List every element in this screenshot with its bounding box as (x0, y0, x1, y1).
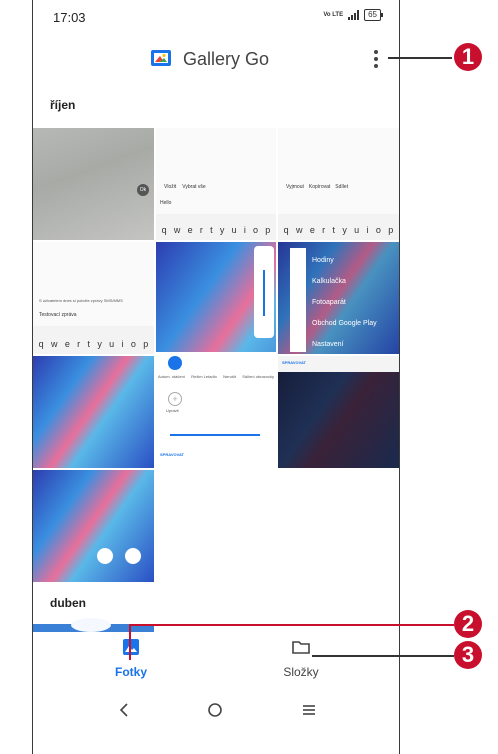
more-options-icon (374, 49, 378, 54)
callout-line-2 (129, 624, 454, 626)
photo-thumbnail[interactable]: S uživatelem dnes si položte zprávy SMS/… (33, 242, 154, 354)
signal-icon (348, 10, 360, 20)
more-options-button[interactable] (369, 48, 383, 70)
lock-badge: Ok (137, 184, 149, 196)
tab-folders-label: Složky (283, 665, 319, 679)
app-icon (97, 548, 113, 564)
section-header-april: duben (50, 596, 86, 610)
callout-2: 2 (454, 610, 482, 638)
photo-thumbnail[interactable] (33, 356, 154, 468)
compose-notice: S uživatelem dnes si položte zprávy SMS/… (39, 298, 123, 303)
app-list: Hodiny Kalkulačka Fotoaparát Obchod Google … (312, 257, 377, 348)
status-time: 17:03 (53, 10, 86, 25)
volume-panel (254, 246, 274, 338)
photo-thumbnail[interactable]: SPRAVOVAT (278, 356, 399, 468)
text-toolbar: Vložit Vybrat vše (164, 184, 206, 190)
tab-photos-label: Fotky (114, 665, 147, 679)
callout-line-2-drop (129, 624, 131, 660)
network-label: Vo LTE (323, 12, 344, 18)
photo-thumbnail[interactable] (33, 470, 154, 582)
photos-icon (123, 639, 139, 655)
callout-line-3 (312, 655, 454, 657)
phone-screen: 17:03 Vo LTE 65 Gallery Go říjen Ok Vlož… (32, 0, 400, 754)
compose-title: Testovací zpráva (39, 312, 77, 318)
app-icon (125, 548, 141, 564)
folder-icon (292, 641, 310, 654)
home-icon[interactable] (207, 702, 223, 718)
tab-photos[interactable]: Fotky (91, 638, 171, 679)
keyboard: qwertyuiop (33, 326, 154, 354)
back-icon[interactable] (117, 702, 131, 718)
system-indicators: Vo LTE 65 (323, 9, 383, 21)
app-title: Gallery Go (183, 49, 270, 69)
text-toolbar: Vyjmout Kopírovat Sdílet (286, 184, 349, 190)
keyboard: qwertyuiop (278, 214, 399, 240)
photo-thumbnail[interactable]: Vyjmout Kopírovat Sdílet qwertyuiop (278, 128, 399, 240)
quick-settings-panel: Autom. otáčení Režim Letadlo Nerušit Sdílen… (156, 352, 276, 468)
system-navigation-bar (33, 690, 399, 754)
section-header-october: říjen (50, 98, 76, 112)
compose-hint: Hello (160, 200, 172, 206)
battery-icon: 65 (364, 9, 383, 21)
photo-thumbnail[interactable]: Autom. otáčení Režim Letadlo Nerušit Sdílen… (156, 242, 276, 468)
app-bar: Gallery Go (33, 42, 399, 76)
keyboard: qwertyuiop (156, 214, 276, 240)
tab-folders[interactable]: Složky (261, 638, 341, 679)
app-icon-strip (290, 248, 306, 352)
photo-thumbnail[interactable]: Ok (33, 128, 154, 240)
photo-thumbnail[interactable]: Vložit Vybrat vše Hello qwertyuiop (156, 128, 276, 240)
status-bar: 17:03 Vo LTE 65 (33, 0, 399, 30)
callout-line-1 (388, 57, 452, 59)
bottom-navigation: Fotky Složky (33, 618, 399, 688)
recents-icon[interactable] (301, 702, 317, 718)
gallery-go-logo-icon (151, 50, 171, 66)
callout-3: 3 (454, 641, 482, 669)
callout-1: 1 (454, 43, 482, 71)
photo-thumbnail[interactable]: Hodiny Kalkulačka Fotoaparát Obchod Google … (278, 242, 399, 354)
